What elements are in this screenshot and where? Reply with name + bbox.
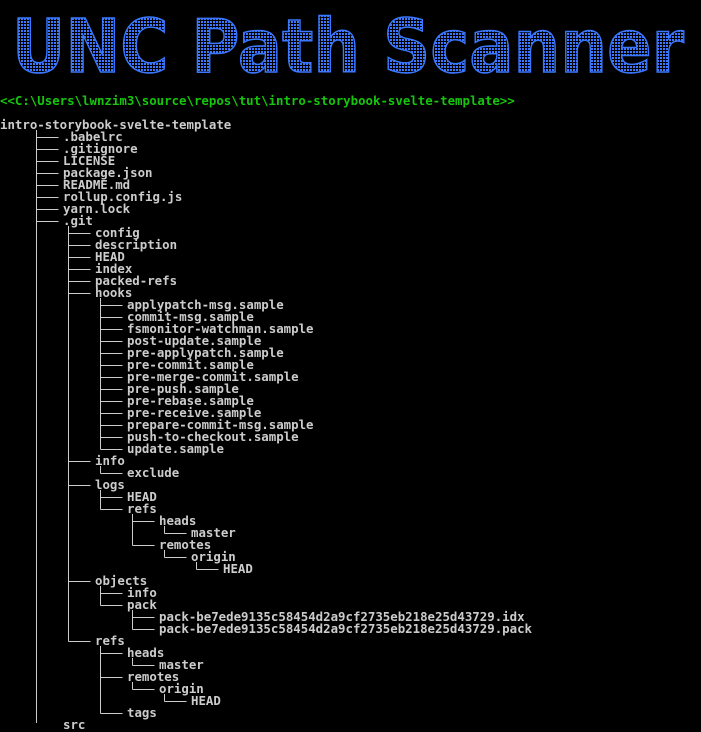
tree-file: exclude (127, 465, 180, 480)
tree-file: update.sample (127, 441, 224, 456)
tree-folder: info (95, 453, 125, 468)
banner-ascii-title: UNC Path Scanner (11, 3, 685, 90)
tree-file: tags (127, 705, 157, 720)
tree-file: HEAD (191, 693, 221, 708)
tree-file: pack-be7ede9135c58454d2a9cf2735eb218e25d… (159, 621, 532, 636)
tree-folder: refs (95, 633, 125, 648)
tree-folder: logs (95, 477, 125, 492)
banner-title-text: UNC Path Scanner (12, 4, 684, 90)
tree-folder: pack (127, 597, 157, 612)
tree-file: HEAD (223, 561, 253, 576)
current-path-prompt: <<C:\Users\lwnzim3\source\repos\tut\intr… (0, 93, 515, 108)
tree-file: src (63, 717, 86, 732)
tree-folder: .git (63, 213, 93, 228)
tree-folder: refs (127, 501, 157, 516)
